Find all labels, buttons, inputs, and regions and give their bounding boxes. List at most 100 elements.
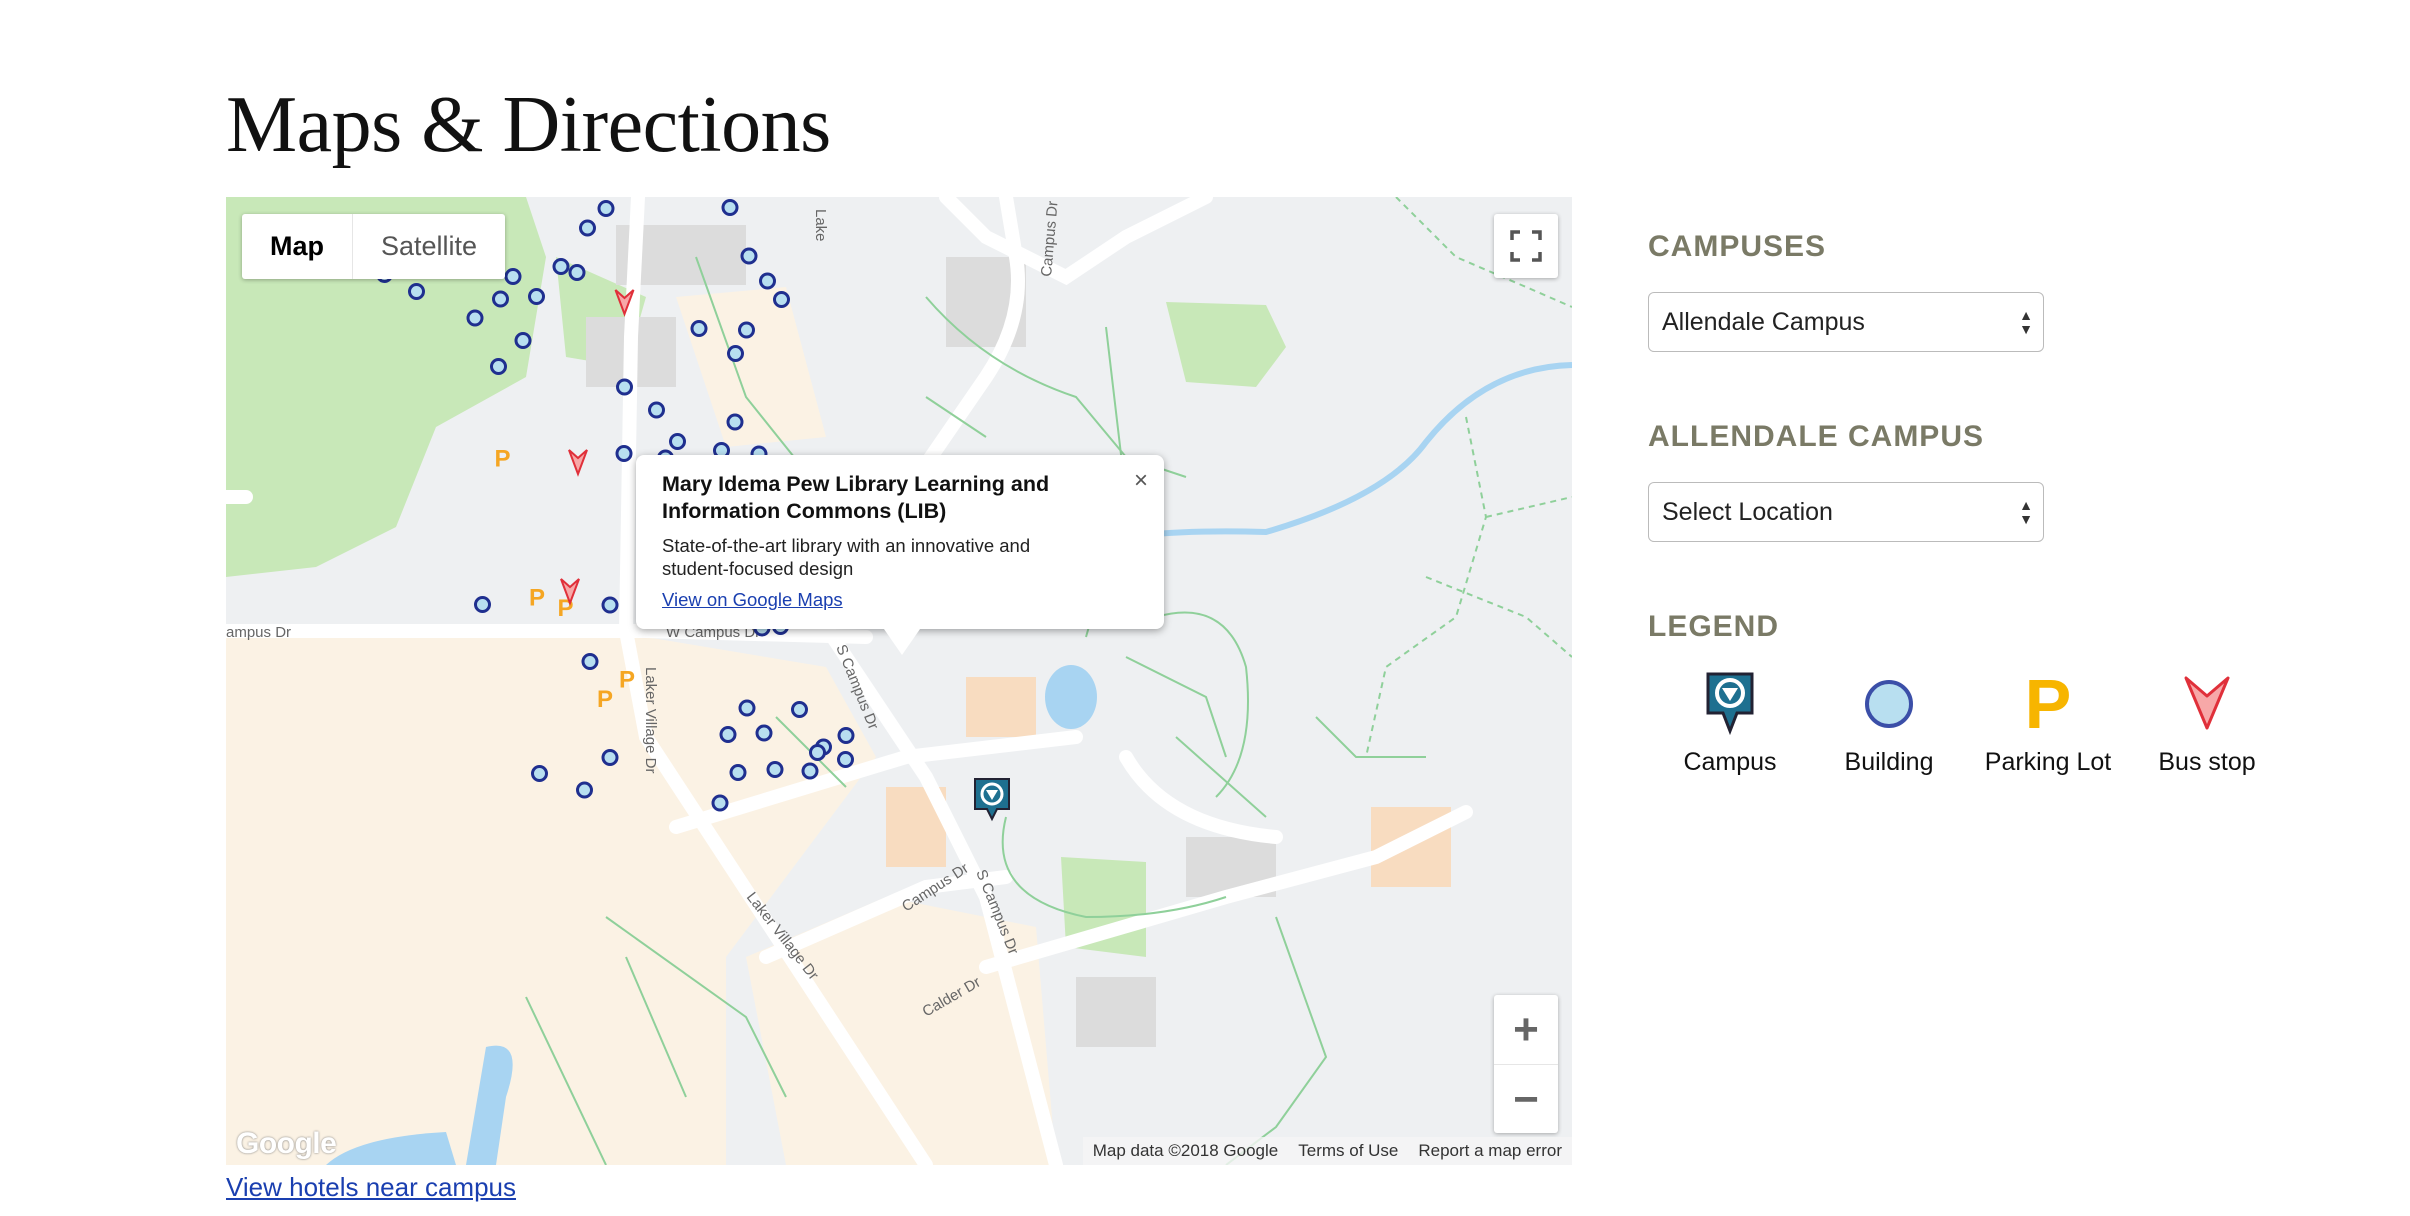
building-shape — [1076, 977, 1156, 1047]
street-label: Laker Village Dr — [642, 667, 659, 773]
building-marker[interactable] — [408, 283, 425, 300]
building-marker[interactable] — [738, 699, 756, 717]
map-canvas[interactable]: ampus Dr W Campus Dr Laker Village Dr S … — [226, 197, 1572, 1165]
minus-icon: − — [1513, 1074, 1539, 1124]
building-marker[interactable] — [568, 264, 586, 281]
legend-label: Campus — [1683, 748, 1777, 776]
building-marker[interactable] — [576, 781, 593, 799]
legend-item-parking: P Parking Lot — [1968, 668, 2128, 777]
building-marker[interactable] — [740, 247, 758, 265]
parking-marker[interactable]: P — [619, 667, 635, 694]
plus-icon: + — [1513, 1004, 1539, 1054]
map-type-map-button[interactable]: Map — [242, 214, 353, 279]
street-label: ampus Dr — [226, 624, 291, 641]
building-marker[interactable] — [726, 413, 744, 431]
building-marker[interactable] — [837, 751, 854, 768]
building-marker[interactable] — [738, 321, 755, 339]
building-marker[interactable] — [597, 200, 615, 217]
building-marker[interactable] — [719, 726, 737, 743]
bus-stop-marker[interactable] — [568, 449, 588, 477]
campus-marker-icon[interactable] — [974, 778, 1010, 822]
park-area — [1166, 302, 1286, 387]
building-marker[interactable] — [727, 345, 744, 362]
street-label: Lake — [812, 209, 829, 242]
bus-stop-arrow-icon — [2184, 676, 2230, 730]
legend-label: Parking Lot — [1984, 748, 2112, 776]
building-marker[interactable] — [837, 727, 855, 744]
building-marker[interactable] — [579, 219, 596, 237]
campus-marker-icon — [1706, 672, 1754, 736]
building-marker[interactable] — [490, 358, 507, 375]
building-marker[interactable] — [514, 332, 532, 349]
legend-item-building: Building — [1809, 668, 1969, 777]
building-marker[interactable] — [791, 701, 808, 718]
legend-item-bus-stop: Bus stop — [2127, 668, 2287, 777]
location-select[interactable]: Select Location ▲ ▼ — [1648, 482, 2044, 542]
zoom-control[interactable]: + − — [1494, 995, 1558, 1133]
parking-marker[interactable]: P — [495, 446, 511, 473]
parking-p-icon: P — [2024, 665, 2072, 743]
building-circle-icon — [1865, 680, 1913, 728]
building-marker[interactable] — [616, 378, 633, 396]
building-shape — [966, 677, 1036, 737]
building-marker[interactable] — [528, 288, 545, 305]
building-marker[interactable] — [809, 744, 826, 761]
building-marker[interactable] — [492, 290, 509, 308]
google-logo[interactable]: Google — [236, 1127, 337, 1161]
building-marker[interactable] — [504, 268, 522, 285]
pond — [1045, 665, 1097, 729]
view-on-google-maps-link[interactable]: View on Google Maps — [662, 589, 1138, 611]
parking-marker[interactable]: P — [597, 686, 613, 713]
building-marker[interactable] — [669, 433, 686, 450]
campus-map[interactable]: ampus Dr W Campus Dr Laker Village Dr S … — [226, 197, 1572, 1165]
building-marker[interactable] — [729, 764, 747, 781]
fullscreen-button[interactable] — [1494, 214, 1558, 278]
select-arrows-icon: ▲ ▼ — [2019, 307, 2033, 337]
building-marker[interactable] — [615, 445, 633, 462]
campus-area — [676, 287, 826, 447]
building-marker[interactable] — [755, 724, 773, 742]
legend-label: Bus stop — [2158, 748, 2256, 776]
select-arrows-icon: ▲ ▼ — [2019, 497, 2033, 527]
map-data-text: Map data ©2018 Google — [1092, 1141, 1279, 1160]
info-window-description: State-of-the-art library with an innovat… — [662, 535, 1031, 579]
report-map-error-link[interactable]: Report a map error — [1418, 1141, 1562, 1161]
close-icon[interactable]: × — [1134, 467, 1148, 495]
legend-label: Building — [1844, 748, 1934, 776]
campus-select-value: Allendale Campus — [1662, 308, 1865, 336]
building-marker[interactable] — [711, 794, 729, 812]
allendale-campus-heading: ALLENDALE CAMPUS — [1648, 420, 1984, 453]
parking-marker[interactable]: P — [529, 585, 545, 612]
fullscreen-icon — [1510, 230, 1542, 262]
zoom-out-button[interactable]: − — [1494, 1065, 1558, 1134]
building-marker[interactable] — [801, 762, 819, 780]
terms-of-use-link[interactable]: Terms of Use — [1298, 1141, 1398, 1161]
campuses-heading: CAMPUSES — [1648, 230, 1827, 263]
building-marker[interactable] — [773, 291, 790, 308]
building-marker[interactable] — [721, 199, 739, 216]
campus-select[interactable]: Allendale Campus ▲ ▼ — [1648, 292, 2044, 352]
legend-item-campus: Campus — [1650, 668, 1810, 777]
map-attribution: Map data ©2018 Google Terms of Use Repor… — [1082, 1137, 1572, 1165]
map-type-satellite-button[interactable]: Satellite — [353, 214, 505, 279]
building-marker[interactable] — [581, 653, 599, 670]
building-marker[interactable] — [531, 765, 548, 782]
trails — [1365, 197, 1572, 758]
view-hotels-link[interactable]: View hotels near campus — [226, 1172, 516, 1203]
building-marker[interactable] — [766, 761, 784, 778]
page-title: Maps & Directions — [226, 81, 831, 169]
info-window-title: Mary Idema Pew Library Learning and Info… — [662, 472, 1050, 523]
building-marker[interactable] — [552, 258, 570, 275]
building-marker[interactable] — [474, 596, 491, 613]
zoom-in-button[interactable]: + — [1494, 995, 1558, 1065]
building-marker[interactable] — [466, 309, 484, 327]
location-select-value: Select Location — [1662, 498, 1833, 526]
building-marker[interactable] — [648, 401, 665, 419]
building-marker[interactable] — [601, 596, 619, 614]
info-window: × Mary Idema Pew Library Learning and In… — [636, 455, 1164, 655]
legend-heading: LEGEND — [1648, 610, 1780, 643]
building-marker[interactable] — [601, 749, 619, 766]
map-type-control[interactable]: Map Satellite — [242, 214, 506, 279]
building-marker[interactable] — [759, 272, 776, 290]
building-marker[interactable] — [690, 320, 708, 337]
